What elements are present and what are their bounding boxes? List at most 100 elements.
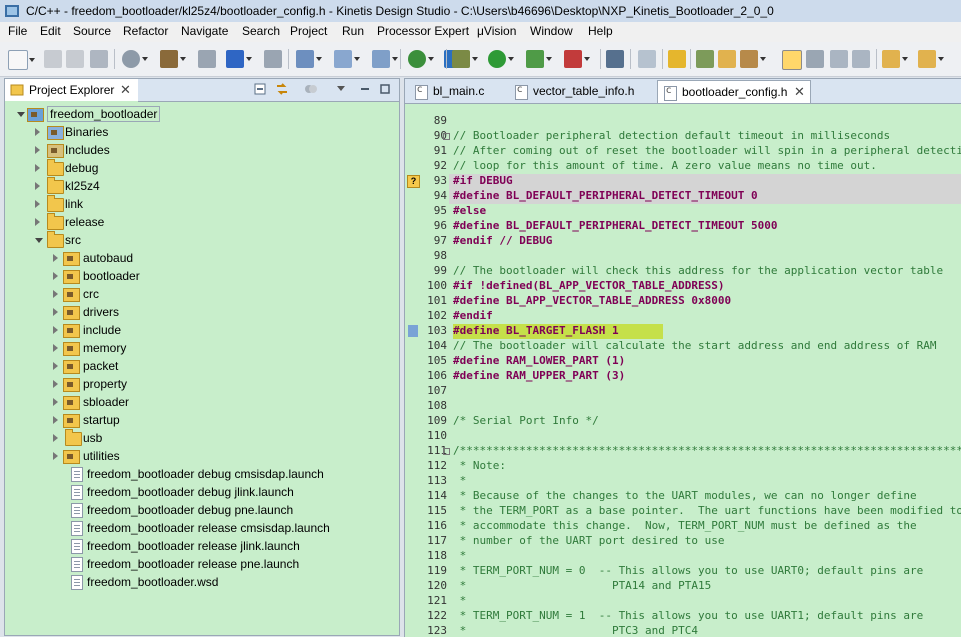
collapse-all-icon[interactable] xyxy=(253,82,267,96)
tree-item-freedom-bootloader-release-cmsisdap-launch[interactable]: freedom_bootloader release cmsisdap.laun… xyxy=(33,520,395,538)
tree-item-link[interactable]: link xyxy=(33,195,395,214)
tree-item-bootloader[interactable]: bootloader xyxy=(51,268,395,286)
tab-project-explorer[interactable]: Project Explorer ✕ xyxy=(5,79,139,101)
tree-item-include[interactable]: include xyxy=(51,322,395,340)
tab-vector-table-info-h[interactable]: vector_table_info.h xyxy=(509,80,655,102)
link-with-editor-icon[interactable] xyxy=(275,82,289,96)
tree-item-utilities[interactable]: utilities xyxy=(51,448,395,466)
tree-item-packet[interactable]: packet xyxy=(51,358,395,376)
tree-item-drivers[interactable]: drivers xyxy=(51,304,395,322)
menu-search[interactable]: Search xyxy=(242,24,280,38)
run-external-icon[interactable] xyxy=(526,50,552,68)
code-area[interactable]: // Bootloader peripheral detection defau… xyxy=(449,104,961,637)
view-menu-icon[interactable] xyxy=(334,82,348,96)
gear-icon[interactable] xyxy=(122,50,148,68)
tree-item-debug[interactable]: debug xyxy=(33,159,395,178)
new-project-icon[interactable] xyxy=(296,50,322,68)
prev-annotation-icon[interactable] xyxy=(918,50,944,68)
tree-item-freedom-bootloader-release-jlink-launch[interactable]: freedom_bootloader release jlink.launch xyxy=(33,538,395,556)
collapsed-arrow-icon[interactable] xyxy=(35,200,40,208)
tree-item-freedom-bootloader[interactable]: freedom_bootloader xyxy=(15,106,395,124)
tree-item-usb[interactable]: usb xyxy=(51,429,395,448)
print-icon[interactable] xyxy=(90,50,108,68)
tree-item-autobaud[interactable]: autobaud xyxy=(51,250,395,268)
next-annotation-icon[interactable] xyxy=(882,50,908,68)
collapsed-arrow-icon[interactable] xyxy=(53,344,58,352)
mark-occurrences-icon[interactable] xyxy=(806,50,824,68)
tree-item-includes[interactable]: Includes xyxy=(33,142,395,160)
checklist-icon[interactable] xyxy=(264,50,282,68)
collapsed-arrow-icon[interactable] xyxy=(53,380,58,388)
close-icon[interactable]: ✕ xyxy=(794,84,805,100)
lightning-icon[interactable] xyxy=(668,50,686,68)
menu-run[interactable]: Run xyxy=(342,24,364,38)
collapsed-arrow-icon[interactable] xyxy=(53,416,58,424)
menu-file[interactable]: File xyxy=(8,24,27,38)
disconnect-icon[interactable] xyxy=(606,50,624,68)
brush-icon[interactable] xyxy=(740,50,766,68)
collapsed-arrow-icon[interactable] xyxy=(53,326,58,334)
filter-icon[interactable] xyxy=(304,82,318,96)
collapsed-arrow-icon[interactable] xyxy=(35,218,40,226)
tree-item-startup[interactable]: startup xyxy=(51,412,395,430)
menu-project[interactable]: Project xyxy=(290,24,327,38)
tree-item-sbloader[interactable]: sbloader xyxy=(51,394,395,412)
new-icon[interactable] xyxy=(8,50,35,70)
tree-item-freedom-bootloader-wsd[interactable]: freedom_bootloader.wsd xyxy=(33,574,395,592)
tree-item-kl25z4[interactable]: kl25z4 xyxy=(33,177,395,196)
whitespace-icon[interactable] xyxy=(852,50,870,68)
open-folder-icon[interactable] xyxy=(718,50,736,68)
save-icon[interactable] xyxy=(44,50,62,68)
menu-navigate[interactable]: Navigate xyxy=(181,24,228,38)
tree-item-binaries[interactable]: Binaries xyxy=(33,124,395,142)
tree-item-freedom-bootloader-debug-pne-launch[interactable]: freedom_bootloader debug pne.launch xyxy=(33,502,395,520)
bookmark-marker-icon[interactable] xyxy=(408,325,418,337)
tree-item-property[interactable]: property xyxy=(51,376,395,394)
menu-uvision[interactable]: μVision xyxy=(477,24,516,38)
collapsed-arrow-icon[interactable] xyxy=(35,182,40,190)
collapsed-arrow-icon[interactable] xyxy=(35,146,40,154)
menu-edit[interactable]: Edit xyxy=(40,24,61,38)
new-file-icon[interactable] xyxy=(372,50,398,68)
collapsed-arrow-icon[interactable] xyxy=(35,128,40,136)
maximize-icon[interactable] xyxy=(378,82,392,96)
toggle-icon[interactable] xyxy=(638,50,656,68)
tree-item-freedom-bootloader-release-pne-launch[interactable]: freedom_bootloader release pne.launch xyxy=(33,556,395,574)
menu-source[interactable]: Source xyxy=(73,24,111,38)
menu-processor-expert[interactable]: Processor Expert xyxy=(377,24,469,38)
tree-item-release[interactable]: release xyxy=(33,213,395,232)
refresh-icon[interactable] xyxy=(408,50,434,68)
expanded-arrow-icon[interactable] xyxy=(35,238,43,243)
collapsed-arrow-icon[interactable] xyxy=(53,308,58,316)
tab-bl-main-c[interactable]: bl_main.c xyxy=(409,80,507,102)
tree-item-src[interactable]: src xyxy=(33,231,395,250)
collapsed-arrow-icon[interactable] xyxy=(53,272,58,280)
collapsed-arrow-icon[interactable] xyxy=(53,398,58,406)
bug-icon[interactable] xyxy=(452,50,478,68)
menu-help[interactable]: Help xyxy=(588,24,613,38)
block-select-icon[interactable] xyxy=(830,50,848,68)
collapsed-arrow-icon[interactable] xyxy=(53,362,58,370)
collapsed-arrow-icon[interactable] xyxy=(53,290,58,298)
menu-window[interactable]: Window xyxy=(530,24,573,38)
minimize-icon[interactable] xyxy=(358,82,372,96)
collapsed-arrow-icon[interactable] xyxy=(53,434,58,442)
collapsed-arrow-icon[interactable] xyxy=(35,164,40,172)
tree-item-freedom-bootloader-debug-cmsisdap-launch[interactable]: freedom_bootloader debug cmsisdap.launch xyxy=(33,466,395,484)
hammer-icon[interactable] xyxy=(160,50,186,68)
run-icon[interactable] xyxy=(488,50,514,68)
collapsed-arrow-icon[interactable] xyxy=(53,452,58,460)
binary-icon[interactable] xyxy=(198,50,216,68)
collapsed-arrow-icon[interactable] xyxy=(53,254,58,262)
load-icon[interactable] xyxy=(226,50,252,68)
tree-item-crc[interactable]: crc xyxy=(51,286,395,304)
tree-item-freedom-bootloader-debug-jlink-launch[interactable]: freedom_bootloader debug jlink.launch xyxy=(33,484,395,502)
save-all-icon[interactable] xyxy=(66,50,84,68)
close-icon[interactable]: ✕ xyxy=(120,82,131,98)
tab-bootloader-config-h[interactable]: bootloader_config.h ✕ xyxy=(657,80,811,103)
expanded-arrow-icon[interactable] xyxy=(17,112,25,117)
open-type-icon[interactable] xyxy=(696,50,714,68)
stop-icon[interactable] xyxy=(564,50,590,68)
menu-refactor[interactable]: Refactor xyxy=(123,24,168,38)
tree-item-memory[interactable]: memory xyxy=(51,340,395,358)
